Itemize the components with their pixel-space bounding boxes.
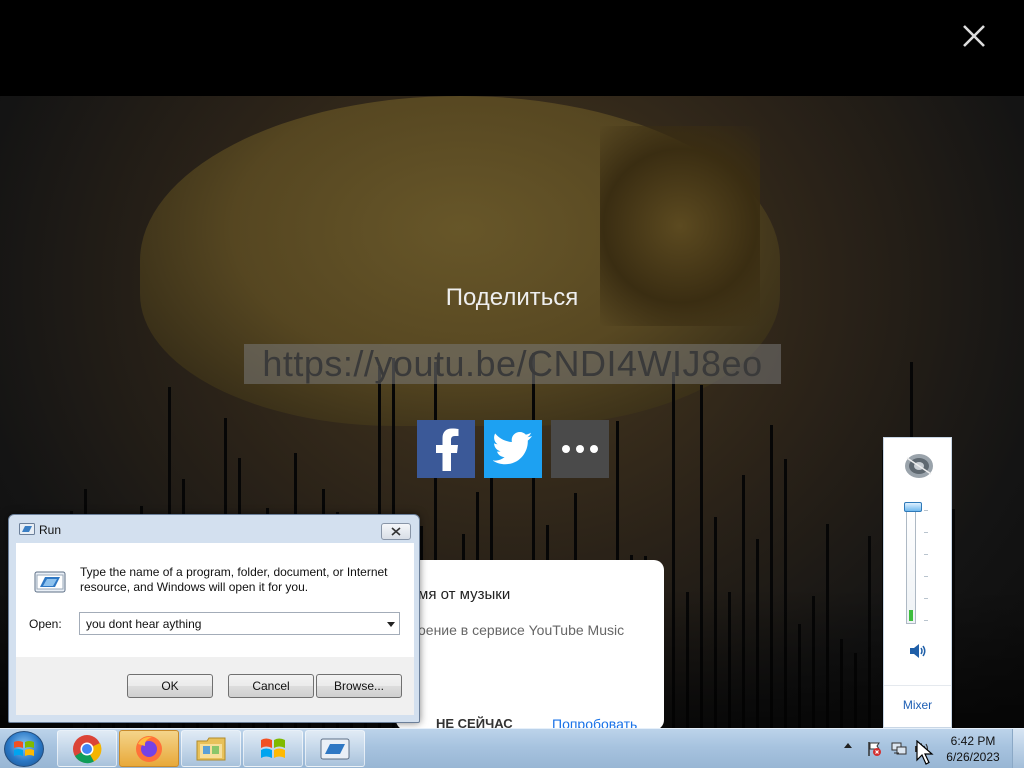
clock-time: 6:42 PM [950,734,996,748]
mixer-link[interactable]: Mixer [884,698,951,712]
network-icon[interactable] [891,741,907,757]
volume-ticks [924,510,930,622]
more-dots-icon [562,445,598,453]
run-close-button[interactable] [381,523,411,540]
taskbar-chrome-button[interactable] [57,730,117,767]
taskbar-windows-button[interactable] [243,730,303,767]
volume-track[interactable] [906,506,916,624]
run-dialog: Run Type the name of a program, folder, … [8,514,420,723]
speaker-device-icon[interactable] [903,452,935,480]
action-center-flag-icon[interactable] [866,741,882,757]
run-open-label-text: Open: [29,617,62,631]
start-button[interactable] [4,731,44,767]
run-description: Type the name of a program, folder, docu… [80,565,388,594]
mute-speaker-icon[interactable] [909,643,927,659]
share-more-button[interactable] [551,420,609,478]
run-open-input[interactable]: you dont hear aything [79,612,400,635]
run-program-icon [34,571,66,593]
taskbar: 6:42 PM 6/26/2023 [0,728,1024,768]
taskbar-firefox-button[interactable] [119,730,179,767]
share-title: Поделиться [445,284,579,311]
mouse-cursor-icon [916,740,934,765]
run-titlebar[interactable]: Run [9,515,419,543]
ok-button[interactable]: OK [127,674,213,698]
chevron-down-icon[interactable] [387,622,395,627]
clock[interactable]: 6:42 PM 6/26/2023 [940,733,1006,765]
folder-icon [196,737,226,760]
share-twitter-button[interactable] [484,420,542,478]
close-icon [391,527,401,536]
volume-slider-thumb[interactable] [904,502,922,512]
show-hidden-icons-icon[interactable] [844,743,852,748]
show-desktop-button[interactable] [1012,729,1024,768]
screen: Поделиться https://youtu.be/CNDI4WIJ8eo … [0,0,1024,768]
facebook-icon [436,428,459,471]
firefox-icon [136,735,162,762]
share-facebook-button[interactable] [417,420,475,478]
run-title: Run [39,523,62,537]
windows-flag-icon [261,738,285,758]
close-icon [963,25,985,47]
run-open-label: Open: [29,617,62,631]
clock-date: 6/26/2023 [946,750,1000,764]
promo-subtitle: оение в сервисе YouTube Music [418,622,625,638]
share-url[interactable]: https://youtu.be/CNDI4WIJ8eo [244,344,781,384]
volume-divider [884,685,951,686]
run-open-value: you dont hear aything [86,617,202,631]
volume-popup: Mixer [883,437,952,728]
youtube-music-promo: мя от музыки оение в сервисе YouTube Mus… [396,560,664,730]
taskbar-run-button[interactable] [305,730,365,767]
run-icon [19,523,35,535]
promo-title: мя от музыки [418,586,511,603]
chrome-icon [73,734,102,763]
windows-logo-icon [14,741,34,756]
twitter-icon [493,432,532,465]
run-body: Type the name of a program, folder, docu… [16,543,414,657]
browse-button[interactable]: Browse... [316,674,402,698]
close-share-button[interactable] [956,18,992,54]
run-icon [320,738,350,759]
volume-level-meter [909,610,913,621]
run-footer: OK Cancel Browse... [16,657,414,715]
cancel-button[interactable]: Cancel [228,674,314,698]
taskbar-explorer-button[interactable] [181,730,241,767]
